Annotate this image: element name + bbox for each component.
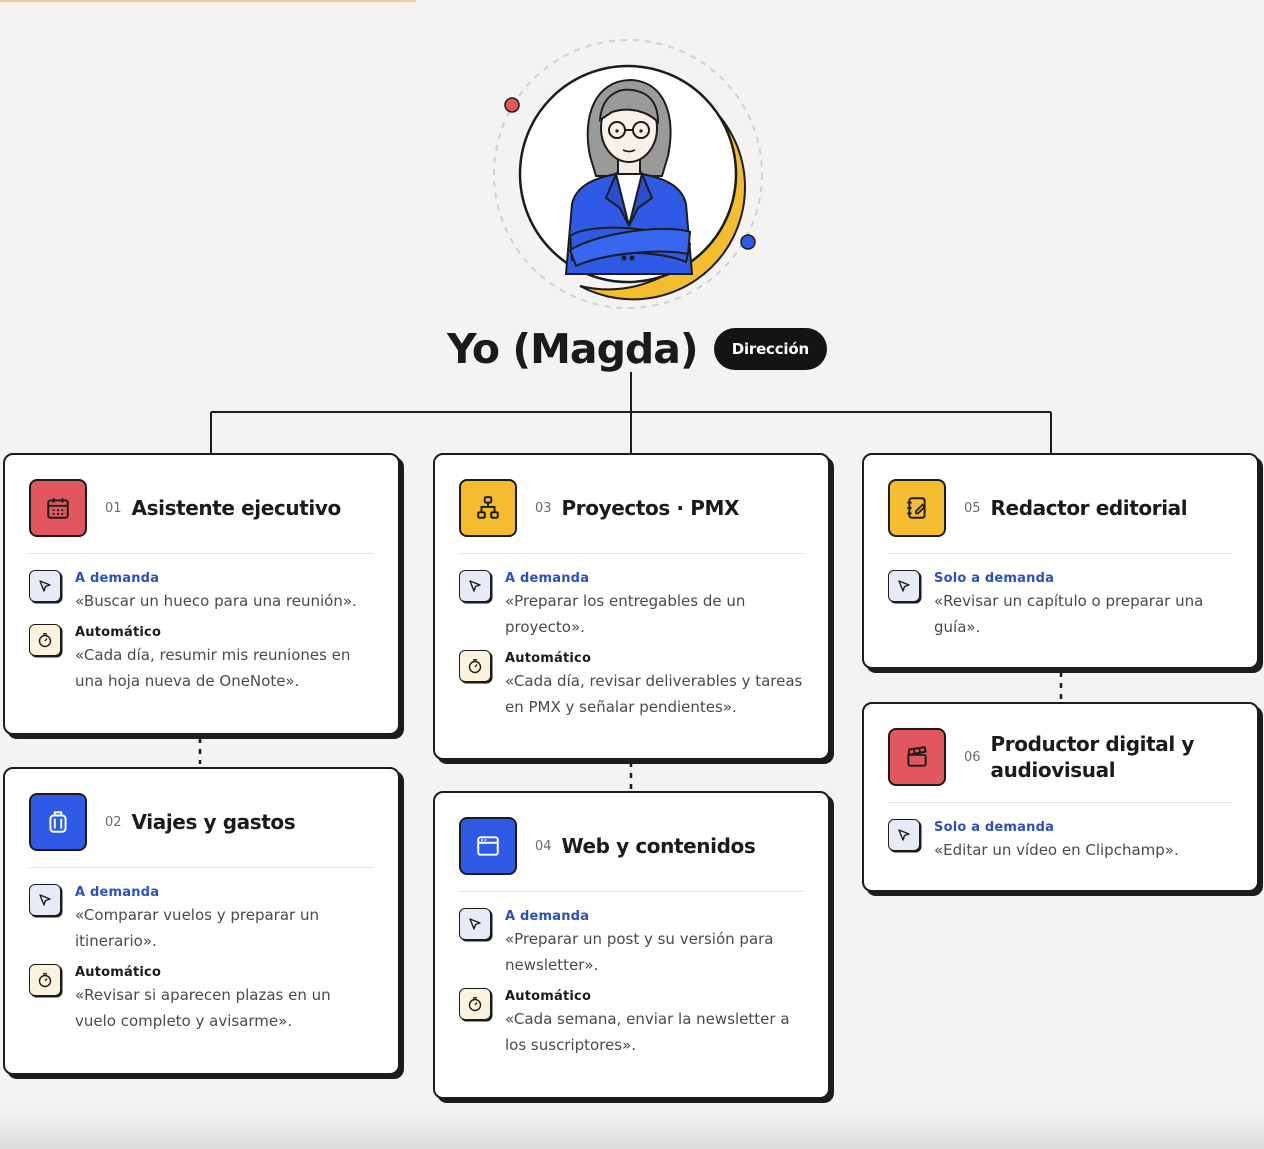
task-text: «Preparar un post y su versión para news… xyxy=(505,930,774,974)
card-number: 04 xyxy=(535,838,552,854)
task-item: A demanda «Comparar vuelos y preparar un… xyxy=(29,884,374,954)
task-item: Solo a demanda «Editar un vídeo en Clipc… xyxy=(888,819,1233,863)
card-proyectos-pmx[interactable]: 03 Proyectos · PMX A demanda «Preparar l… xyxy=(433,453,830,760)
card-number: 01 xyxy=(105,500,122,516)
card-title: Asistente ejecutivo xyxy=(131,496,342,520)
notebook-pen-icon xyxy=(888,479,946,537)
task-item: Automático «Cada semana, enviar la newsl… xyxy=(459,988,804,1058)
task-text: «Revisar si aparecen plazas en un vuelo … xyxy=(75,986,331,1030)
card-asistente-ejecutivo[interactable]: 01 Asistente ejecutivo A demanda «Buscar… xyxy=(3,453,400,735)
task-text: «Comparar vuelos y preparar un itinerari… xyxy=(75,906,319,950)
leader-header: Yo (Magda) Dirección xyxy=(447,322,827,376)
card-title: Viajes y gastos xyxy=(131,810,296,834)
task-text: «Preparar los entregables de un proyecto… xyxy=(505,592,746,636)
clapperboard-icon xyxy=(888,728,946,786)
stopwatch-icon xyxy=(29,964,61,996)
task-item: A demanda «Preparar los entregables de u… xyxy=(459,570,804,640)
task-mode: A demanda xyxy=(505,909,590,924)
card-number: 03 xyxy=(535,500,552,516)
role-badge: Dirección xyxy=(713,328,827,370)
task-mode: Automático xyxy=(75,625,162,640)
leader-name: Yo (Magda) xyxy=(447,325,699,373)
task-text: «Buscar un hueco para una reunión». xyxy=(75,592,357,610)
card-title: Proyectos · PMX xyxy=(561,496,740,520)
card-divider xyxy=(888,802,1233,803)
card-viajes-y-gastos[interactable]: 02 Viajes y gastos A demanda «Comparar v… xyxy=(3,767,400,1075)
luggage-icon xyxy=(29,793,87,851)
card-title: Redactor editorial xyxy=(990,496,1188,520)
task-text: «Editar un vídeo en Clipchamp». xyxy=(934,841,1179,859)
hierarchy-icon xyxy=(459,479,517,537)
task-mode: Automático xyxy=(505,651,592,666)
task-item: Solo a demanda «Revisar un capítulo o pr… xyxy=(888,570,1233,640)
pointer-icon xyxy=(29,884,61,916)
task-item: Automático «Cada día, resumir mis reunio… xyxy=(29,624,374,694)
task-text: «Revisar un capítulo o preparar una guía… xyxy=(934,592,1204,636)
pointer-icon xyxy=(888,570,920,602)
stopwatch-icon xyxy=(29,624,61,656)
pointer-icon xyxy=(29,570,61,602)
task-mode: Automático xyxy=(505,989,592,1004)
card-number: 05 xyxy=(964,500,981,516)
task-text: «Cada semana, enviar la newsletter a los… xyxy=(505,1010,790,1054)
card-divider xyxy=(459,891,804,892)
pointer-icon xyxy=(888,819,920,851)
card-divider xyxy=(888,553,1233,554)
leader-avatar xyxy=(490,36,770,311)
card-divider xyxy=(459,553,804,554)
task-mode: Solo a demanda xyxy=(934,820,1055,835)
card-number: 06 xyxy=(964,749,981,765)
task-mode: A demanda xyxy=(505,571,590,586)
bottom-fade xyxy=(0,1110,1264,1149)
stopwatch-icon xyxy=(459,988,491,1020)
task-item: Automático «Revisar si aparecen plazas e… xyxy=(29,964,374,1034)
card-title: Web y contenidos xyxy=(561,834,756,858)
task-item: Automático «Cada día, revisar deliverabl… xyxy=(459,650,804,720)
card-redactor-editorial[interactable]: 05 Redactor editorial Solo a demanda «Re… xyxy=(862,453,1259,669)
pointer-icon xyxy=(459,570,491,602)
task-item: A demanda «Preparar un post y su versión… xyxy=(459,908,804,978)
task-mode: A demanda xyxy=(75,885,160,900)
card-productor-digital[interactable]: 06 Productor digital y audiovisual Solo … xyxy=(862,702,1259,892)
calendar-icon xyxy=(29,479,87,537)
stopwatch-icon xyxy=(459,650,491,682)
card-web-y-contenidos[interactable]: 04 Web y contenidos A demanda «Preparar … xyxy=(433,791,830,1099)
task-text: «Cada día, revisar deliverables y tareas… xyxy=(505,672,803,716)
task-mode: A demanda xyxy=(75,571,160,586)
card-number: 02 xyxy=(105,814,122,830)
card-divider xyxy=(29,553,374,554)
card-title: Productor digital y audiovisual xyxy=(990,732,1195,782)
task-mode: Automático xyxy=(75,965,162,980)
top-accent-bar xyxy=(0,0,416,2)
pointer-icon xyxy=(459,908,491,940)
browser-window-icon xyxy=(459,817,517,875)
task-mode: Solo a demanda xyxy=(934,571,1055,586)
task-text: «Cada día, resumir mis reuniones en una … xyxy=(75,646,351,690)
card-divider xyxy=(29,867,374,868)
task-item: A demanda «Buscar un hueco para una reun… xyxy=(29,570,374,614)
